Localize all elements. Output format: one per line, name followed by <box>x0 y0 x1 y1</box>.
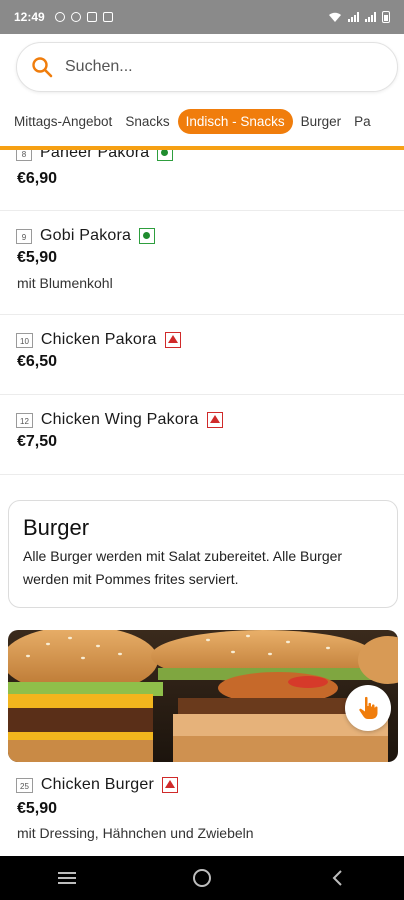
header: Mittags-Angebot Snacks Indisch - Snacks … <box>0 34 404 150</box>
non-veg-icon <box>206 412 223 428</box>
home-button[interactable] <box>182 863 222 893</box>
item-price: €6,90 <box>17 170 58 187</box>
item-number: 9 <box>16 228 32 244</box>
menu-item[interactable]: 25 Chicken Burger €5,90 mit Dressing, Hä… <box>0 762 404 856</box>
non-veg-icon <box>164 332 181 348</box>
tab-partial[interactable]: Pa <box>349 109 376 134</box>
veg-icon <box>157 150 174 161</box>
back-button[interactable] <box>317 863 357 893</box>
menu-item[interactable]: 10 Chicken Pakora €6,50 <box>0 315 404 395</box>
system-icons <box>328 11 390 23</box>
recent-apps-button[interactable] <box>47 863 87 893</box>
tab-snacks[interactable]: Snacks <box>120 109 174 134</box>
menu-icon <box>58 872 77 884</box>
status-bar: 12:49 <box>0 0 404 34</box>
tab-burger[interactable]: Burger <box>296 109 347 134</box>
battery-icon <box>382 11 390 23</box>
veg-icon <box>139 228 156 244</box>
category-description: Alle Burger werden mit Salat zubereitet.… <box>23 548 343 587</box>
back-icon <box>332 870 342 886</box>
item-price: €5,90 <box>17 249 58 266</box>
order-hand-button[interactable] <box>345 685 391 731</box>
burger-image <box>8 630 398 762</box>
signal-icon <box>348 12 359 22</box>
wifi-icon <box>329 12 341 22</box>
item-description: mit Blumenkohl <box>17 275 113 291</box>
category-card: Burger Alle Burger werden mit Salat zube… <box>8 500 398 608</box>
menu-item[interactable]: 12 Chicken Wing Pakora €7,50 <box>0 395 404 475</box>
search-bar[interactable] <box>16 42 398 92</box>
search-input[interactable] <box>63 57 367 77</box>
item-name: Paneer Pakora <box>40 150 150 161</box>
item-description: mit Dressing, Hähnchen und Zwiebeln <box>17 825 254 841</box>
item-name: Gobi Pakora <box>40 227 132 244</box>
home-icon <box>192 869 211 887</box>
notification-icons <box>54 12 113 22</box>
item-number: 12 <box>16 412 33 428</box>
item-name: Chicken Pakora <box>40 331 157 348</box>
item-number: 10 <box>16 332 33 348</box>
search-icon <box>32 57 53 78</box>
tab-indisch-snacks[interactable]: Indisch - Snacks <box>177 108 293 134</box>
signal-icon <box>365 12 376 22</box>
item-price: €6,50 <box>17 353 58 370</box>
item-number: 25 <box>16 777 33 793</box>
category-title: Burger <box>23 515 90 540</box>
item-number: 8 <box>16 150 32 161</box>
notification-icon <box>102 12 113 22</box>
item-price: €7,50 <box>17 433 58 450</box>
category-tabs: Mittags-Angebot Snacks Indisch - Snacks … <box>0 106 404 136</box>
non-veg-icon <box>161 777 178 793</box>
menu-item[interactable]: 8 Paneer Pakora €6,90 <box>0 150 404 211</box>
status-time: 12:49 <box>14 10 45 24</box>
item-price: €5,90 <box>17 800 58 817</box>
notification-icon <box>86 12 97 22</box>
system-nav-bar <box>0 856 404 900</box>
menu-item[interactable]: 9 Gobi Pakora €5,90 mit Blumenkohl <box>0 211 404 315</box>
hand-pointer-icon <box>359 696 378 719</box>
tab-mittags-angebot[interactable]: Mittags-Angebot <box>9 109 117 134</box>
notification-icon <box>54 12 65 22</box>
notification-icon <box>70 12 81 22</box>
item-name: Chicken Wing Pakora <box>40 411 199 428</box>
menu-content: 8 Paneer Pakora €6,90 9 Gobi Pakora €5,9… <box>0 150 404 856</box>
item-name: Chicken Burger <box>40 776 154 793</box>
